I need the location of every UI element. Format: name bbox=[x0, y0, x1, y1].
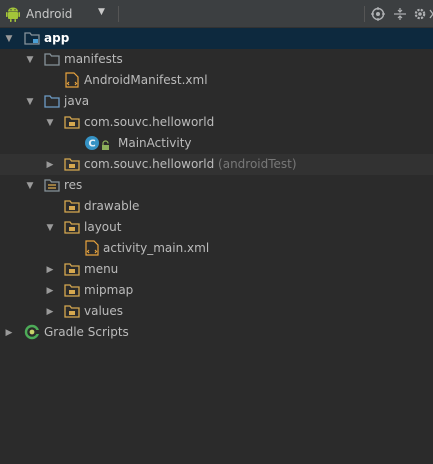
tree-node-label: menu bbox=[84, 262, 119, 276]
tree-node-android-manifest[interactable]: AndroidManifest.xml bbox=[0, 70, 433, 91]
android-icon bbox=[6, 6, 22, 22]
package-icon bbox=[64, 303, 80, 319]
view-mode-dropdown[interactable]: Android ▼ bbox=[6, 5, 112, 23]
lock-icon bbox=[100, 137, 110, 153]
expand-arrow-icon[interactable]: ▼ bbox=[25, 91, 35, 112]
target-icon[interactable] bbox=[370, 6, 386, 22]
package-icon bbox=[64, 156, 80, 172]
package-icon bbox=[64, 261, 80, 277]
tree-node-label: MainActivity bbox=[118, 136, 192, 150]
tree-node-label: app bbox=[44, 31, 70, 45]
view-mode-label: Android bbox=[26, 7, 73, 21]
hide-icon[interactable] bbox=[429, 6, 433, 22]
tree-node-app[interactable]: ▼ app bbox=[0, 28, 433, 49]
expand-arrow-icon[interactable]: ▼ bbox=[25, 49, 35, 70]
tree-node-label: values bbox=[84, 304, 124, 318]
tree-node-label: java bbox=[64, 94, 90, 108]
tree-node-mipmap[interactable]: ▶ mipmap bbox=[0, 280, 433, 301]
tree-node-drawable[interactable]: drawable bbox=[0, 196, 433, 217]
tree-node-label: Gradle Scripts bbox=[44, 325, 129, 339]
tree-node-label: res bbox=[64, 178, 83, 192]
tree-node-label: com.souvc.helloworld (androidTest) bbox=[84, 157, 297, 171]
collapsed-arrow-icon[interactable]: ▶ bbox=[45, 301, 55, 322]
toolbar-divider bbox=[364, 6, 365, 22]
resource-folder-icon bbox=[44, 177, 60, 193]
folder-icon bbox=[44, 51, 60, 67]
xml-file-icon bbox=[64, 72, 80, 88]
tree-node-manifests[interactable]: ▼ manifests bbox=[0, 49, 433, 70]
tree-node-label: drawable bbox=[84, 199, 140, 213]
chevron-down-icon[interactable]: ▼ bbox=[98, 7, 105, 17]
collapsed-arrow-icon[interactable]: ▶ bbox=[45, 259, 55, 280]
xml-file-icon bbox=[84, 240, 100, 256]
tree-node-package-test[interactable]: ▶ com.souvc.helloworld (androidTest) bbox=[0, 154, 433, 175]
gear-icon[interactable] bbox=[412, 6, 428, 22]
expand-arrow-icon[interactable]: ▼ bbox=[4, 28, 14, 49]
toolbar-divider bbox=[118, 6, 119, 22]
collapsed-arrow-icon[interactable]: ▶ bbox=[4, 322, 14, 343]
module-folder-icon bbox=[24, 30, 40, 46]
package-icon bbox=[64, 198, 80, 214]
collapsed-arrow-icon[interactable]: ▶ bbox=[45, 280, 55, 301]
package-icon bbox=[64, 219, 80, 235]
tree-node-label: layout bbox=[84, 220, 122, 234]
tree-node-values[interactable]: ▶ values bbox=[0, 301, 433, 322]
tree-node-java[interactable]: ▼ java bbox=[0, 91, 433, 112]
folder-icon bbox=[44, 93, 60, 109]
node-suffix: (androidTest) bbox=[218, 157, 297, 171]
expand-arrow-icon[interactable]: ▼ bbox=[25, 175, 35, 196]
tree-node-label: com.souvc.helloworld bbox=[84, 115, 215, 129]
collapsed-arrow-icon[interactable]: ▶ bbox=[45, 154, 55, 175]
package-icon bbox=[64, 282, 80, 298]
tree-node-gradle-scripts[interactable]: ▶ Gradle Scripts bbox=[0, 322, 433, 343]
svg-text:C: C bbox=[88, 139, 95, 150]
package-icon bbox=[64, 114, 80, 130]
tree-node-label: manifests bbox=[64, 52, 123, 66]
project-toolbar: Android ▼ bbox=[0, 0, 433, 28]
collapse-icon[interactable] bbox=[392, 6, 408, 22]
gradle-icon bbox=[24, 324, 40, 340]
expand-arrow-icon[interactable]: ▼ bbox=[45, 217, 55, 238]
tree-node-res[interactable]: ▼ res bbox=[0, 175, 433, 196]
tree-node-label: mipmap bbox=[84, 283, 134, 297]
tree-node-label: activity_main.xml bbox=[103, 241, 210, 255]
expand-arrow-icon[interactable]: ▼ bbox=[45, 112, 55, 133]
tree-node-layout[interactable]: ▼ layout bbox=[0, 217, 433, 238]
class-icon: C bbox=[84, 135, 100, 151]
tree-node-label: AndroidManifest.xml bbox=[84, 73, 208, 87]
tree-node-package-main[interactable]: ▼ com.souvc.helloworld bbox=[0, 112, 433, 133]
tree-node-activity-main-xml[interactable]: activity_main.xml bbox=[0, 238, 433, 259]
tree-node-menu[interactable]: ▶ menu bbox=[0, 259, 433, 280]
tree-node-main-activity[interactable]: C MainActivity bbox=[0, 133, 433, 154]
